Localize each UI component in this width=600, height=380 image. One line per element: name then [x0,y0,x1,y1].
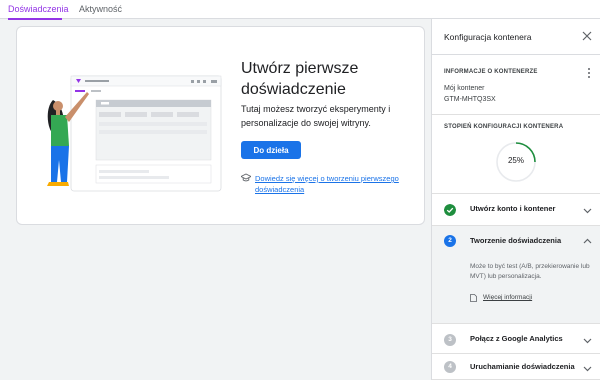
document-icon [470,294,477,302]
more-info-label: Więcej informacji [483,294,533,301]
tab-activity[interactable]: Aktywność [79,0,129,19]
step-launch-experience[interactable]: 4 Uruchamianie doświadczenia [432,354,600,380]
progress-percent: 25% [507,156,524,165]
container-setup-panel: Konfiguracja kontenera INFORMACJE O KONT… [431,19,600,380]
step-number: 2 [444,235,456,247]
more-info-link[interactable]: Więcej informacji [470,294,533,302]
step-description: Może to być test (A/B, przekierowanie lu… [470,263,590,280]
step-number: 4 [444,361,456,373]
divider [432,114,600,115]
panel-title: Konfiguracja kontenera [444,32,532,42]
get-started-button[interactable]: Do dzieła [241,141,301,159]
tab-experiences[interactable]: Doświadczenia [8,0,69,20]
container-name: Mój kontener [444,85,485,92]
graduation-cap-icon [241,173,251,182]
learn-more-link-row: Dowiedz się więcej o tworzeniu pierwszeg… [241,173,421,195]
step-label: Tworzenie doświadczenia [470,236,562,245]
close-icon[interactable] [582,31,592,41]
tab-bar: Doświadczenia Aktywność [0,0,600,20]
step-connect-analytics[interactable]: 3 Połącz z Google Analytics [432,324,600,354]
empty-state-card: Utwórz pierwsze doświadczenie Tutaj może… [16,26,425,225]
step-label: Połącz z Google Analytics [470,334,563,343]
onboarding-illustration [47,75,222,192]
chevron-down-icon [583,366,592,372]
step-label: Utwórz konto i kontener [470,204,556,213]
chevron-down-icon [583,338,592,344]
container-id: GTM-MHTQ3SX [444,96,496,103]
hero-description: Tutaj możesz tworzyć eksperymenty i pers… [241,104,391,128]
hero-title: Utwórz pierwsze doświadczenie [241,60,359,98]
panel-header: Konfiguracja kontenera [432,19,600,55]
step-create-experience[interactable]: 2 Tworzenie doświadczenia Może to być te… [432,226,600,324]
step-number: 3 [444,334,456,346]
chevron-down-icon [583,208,592,214]
progress-heading: STOPIEŃ KONFIGURACJI KONTENERA [444,124,564,130]
chevron-up-icon [583,238,592,244]
learn-more-link[interactable]: Dowiedz się więcej o tworzeniu pierwszeg… [255,173,421,195]
step-create-account[interactable]: Utwórz konto i kontener [432,194,600,226]
container-info-heading: INFORMACJE O KONTENERZE [444,69,538,75]
step-label: Uruchamianie doświadczenia [470,362,575,371]
check-circle-icon [444,204,456,216]
more-vert-icon[interactable] [586,67,592,79]
